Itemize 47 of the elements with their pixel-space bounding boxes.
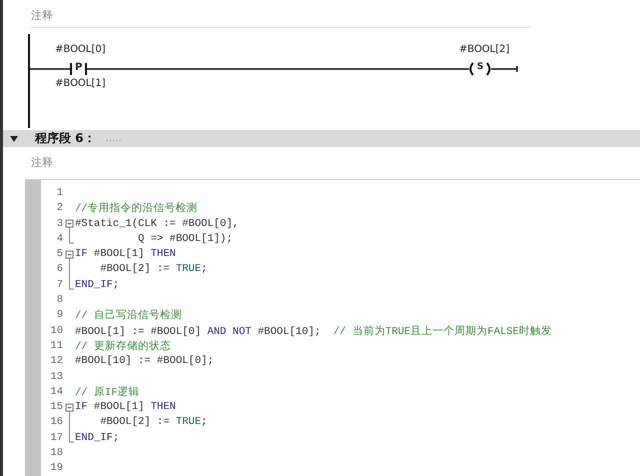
line-number: 12 — [49, 355, 63, 368]
operand-label: #BOOL[1] — [55, 78, 106, 89]
line-number: 3 — [56, 218, 63, 230]
line-number: 18 — [49, 447, 63, 460]
code-line: // 原IF逻辑 — [75, 386, 140, 399]
code-line: END_IF; — [75, 278, 120, 291]
line-number: 1 — [56, 187, 63, 199]
code-line: // 更新存储的状态 — [75, 339, 171, 353]
line-number: 4 — [56, 232, 63, 245]
code-line: #BOOL[1] := #BOOL[0] AND NOT #BOOL[10]; // 当前为TRUE且上一个周期为FALSE时触发 — [75, 324, 552, 338]
rung-end — [491, 66, 518, 72]
operand-label: #BOOL[2] — [459, 44, 510, 55]
comment-label: 注释 — [31, 156, 53, 170]
collapse-icon[interactable] — [9, 134, 19, 143]
code-line: IF #BOOL[1] THEN — [75, 248, 176, 260]
network-title: 程序段 6： — [35, 130, 96, 148]
line-number: 16 — [49, 416, 63, 428]
line-number: 10 — [49, 324, 63, 337]
line-number: 2 — [56, 202, 63, 214]
contact-type: P — [75, 62, 82, 73]
network-title-comment[interactable]: ..... — [106, 133, 122, 144]
code-line: #BOOL[2] := TRUE; — [99, 416, 208, 428]
line-number: 8 — [56, 294, 63, 306]
code-line: IF #BOOL[1] THEN — [75, 401, 176, 414]
coil-type: S — [477, 62, 484, 72]
code-line: Q => #BOOL[1]); — [137, 232, 233, 245]
line-number: 13 — [49, 370, 63, 383]
operand-label: #BOOL[0] — [55, 44, 106, 55]
line-number: 14 — [49, 386, 63, 398]
contact-symbol[interactable] — [70, 63, 87, 75]
comment-label: 注释 — [31, 9, 53, 22]
code-line: #BOOL[10] := #BOOL[0]; — [75, 355, 214, 368]
line-number: 19 — [49, 462, 63, 474]
code-line: //专用指令的沿信号检测 — [75, 201, 198, 216]
rung-wire — [29, 68, 71, 70]
line-number: 17 — [49, 432, 63, 444]
code-line: #Static_1(CLK := #BOOL[0], — [75, 218, 239, 230]
line-number: 9 — [56, 309, 63, 322]
line-number: 5 — [56, 248, 63, 260]
coil-symbol[interactable] — [470, 62, 490, 76]
line-number: 6 — [56, 263, 63, 276]
code-line: #BOOL[2] := TRUE; — [99, 263, 208, 276]
line-number: 11 — [49, 340, 63, 352]
code-line: // 自己写沿信号检测 — [75, 308, 182, 322]
code-line: END_IF; — [75, 432, 120, 444]
line-number: 7 — [56, 278, 63, 291]
line-number: 15 — [49, 401, 63, 414]
